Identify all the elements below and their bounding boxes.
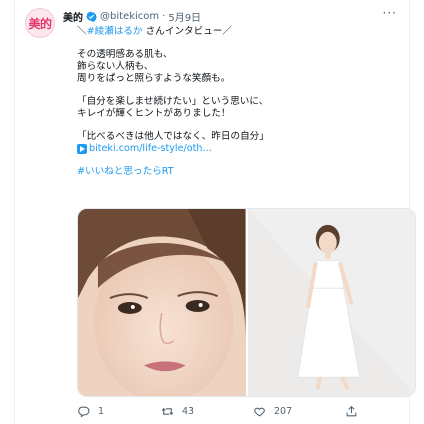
reply-count: 1 xyxy=(98,405,105,417)
portrait-closeup-image[interactable] xyxy=(78,209,246,396)
verified-badge-icon xyxy=(86,11,97,22)
quote-line: 「比べるべきは他人ではなく、昨日の自分」 xyxy=(77,131,269,142)
share-icon xyxy=(346,405,357,416)
full-body-illustration xyxy=(247,209,415,396)
paragraph2-line2: キレイが輝くヒントがありました！ xyxy=(77,108,231,119)
reply-icon xyxy=(78,406,90,417)
media-grid xyxy=(77,208,416,397)
intro-suffix: さんインタビュー／ xyxy=(142,26,233,37)
tweet-date[interactable]: 5月9日 xyxy=(168,9,201,24)
intro-line: ＼#綾瀬はるか さんインタビュー／ xyxy=(77,26,393,38)
paragraph1-line1: その透明感ある肌も、 xyxy=(77,49,173,60)
retweet-icon xyxy=(161,407,174,415)
like-button[interactable]: 207 xyxy=(253,405,292,418)
intro-prefix: ＼ xyxy=(77,26,87,37)
paragraph2-line1: 「自分を楽しませ続けたい」という思いに、 xyxy=(77,96,269,107)
full-body-image[interactable] xyxy=(247,209,415,396)
avatar[interactable]: 美的 xyxy=(25,8,55,38)
share-button[interactable] xyxy=(345,405,358,418)
more-options-icon[interactable]: ··· xyxy=(383,6,397,20)
heart-icon xyxy=(254,407,265,416)
retweet-button[interactable]: 43 xyxy=(161,405,194,418)
account-name[interactable]: 美的 xyxy=(63,9,83,24)
link-play-icon xyxy=(77,144,87,154)
paragraph1-line2: 飾らない人柄も、 xyxy=(77,61,154,72)
article-link[interactable]: biteki.com/life-style/oth… xyxy=(77,143,393,155)
like-count: 207 xyxy=(274,405,293,417)
article-link-text[interactable]: biteki.com/life-style/oth… xyxy=(89,143,212,155)
retweet-count: 43 xyxy=(182,405,195,417)
header-separator: · xyxy=(162,10,166,22)
avatar-logo-text: 美的 xyxy=(28,16,52,31)
tweet-card[interactable]: 美的 美的 @bitekicom · 5月9日 ··· ＼#綾瀬はるか さんイン… xyxy=(14,0,416,424)
hashtag-ayase[interactable]: #綾瀬はるか xyxy=(87,26,143,37)
account-handle[interactable]: @bitekicom xyxy=(100,11,159,22)
reply-button[interactable]: 1 xyxy=(77,405,104,418)
portrait-closeup-illustration xyxy=(78,209,246,396)
tweet-actions: 1 43 207 xyxy=(77,401,407,421)
paragraph1-line3: 周りをぱっと照らすような笑顔も。 xyxy=(77,73,231,84)
tweet-header: 美的 @bitekicom · 5月9日 ··· xyxy=(63,6,401,24)
tweet-text: ＼#綾瀬はるか さんインタビュー／ その透明感ある肌も、 飾らない人柄も、 周り… xyxy=(77,26,393,178)
hashtag-rt[interactable]: #いいねと思ったらRT xyxy=(77,166,393,178)
